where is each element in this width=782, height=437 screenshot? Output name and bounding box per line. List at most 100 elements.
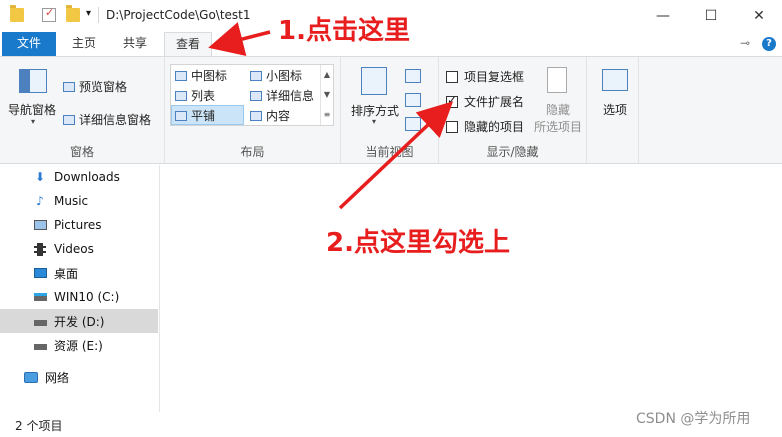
nav-item-label: 资源 (E:) bbox=[54, 338, 103, 353]
nav-item-network[interactable]: 网络 bbox=[0, 365, 158, 389]
nav-item-label: WIN10 (C:) bbox=[54, 290, 120, 304]
options-icon bbox=[602, 69, 628, 91]
nav-item-desktop[interactable]: 桌面 bbox=[0, 261, 158, 285]
group-label-panes: 窗格 bbox=[69, 145, 94, 159]
group-current-view: 排序方式 ▾ 当前视图 bbox=[341, 57, 439, 163]
nav-item-label: Videos bbox=[54, 242, 94, 256]
nav-item-label: Music bbox=[54, 194, 89, 208]
toolbar-separator bbox=[98, 7, 99, 23]
medium-icons-icon bbox=[175, 70, 187, 81]
layout-small-icons[interactable]: 小图标 bbox=[250, 67, 302, 84]
windows-drive-icon bbox=[33, 290, 47, 304]
nav-item-label: Downloads bbox=[54, 170, 120, 184]
hidden-items-toggle[interactable]: 隐藏的项目 bbox=[446, 118, 524, 135]
list-label: 列表 bbox=[191, 89, 216, 103]
group-panes: 导航窗格 ▾ 预览窗格 详细信息窗格 窗格 bbox=[0, 57, 165, 163]
drive-icon bbox=[33, 338, 47, 352]
list-icon bbox=[175, 90, 187, 101]
desktop-icon bbox=[33, 266, 47, 280]
nav-item-pictures[interactable]: Pictures bbox=[0, 213, 158, 237]
preview-pane-icon bbox=[63, 81, 75, 92]
window-title-path: D:\ProjectCode\Go\test1 bbox=[106, 8, 251, 22]
item-count: 2 个项目 bbox=[15, 419, 63, 433]
options-button[interactable]: 选项 bbox=[603, 101, 627, 118]
item-checkboxes-checkbox[interactable] bbox=[446, 70, 458, 83]
file-extensions-toggle[interactable]: 文件扩展名 bbox=[446, 93, 524, 110]
navigation-pane-icon bbox=[19, 69, 47, 93]
pictures-icon bbox=[33, 218, 47, 232]
hide-selected-icon bbox=[547, 67, 567, 93]
tiles-label: 平铺 bbox=[191, 109, 216, 123]
layout-details[interactable]: 详细信息 bbox=[250, 87, 314, 104]
annotation-step-1: 1.点击这里 bbox=[278, 16, 410, 46]
layout-content[interactable]: 内容 bbox=[250, 107, 290, 124]
item-checkboxes-label: 项目复选框 bbox=[464, 70, 525, 84]
pin-icon[interactable]: ⊸ bbox=[740, 36, 750, 50]
network-icon bbox=[24, 370, 38, 384]
tiles-icon bbox=[175, 110, 187, 121]
group-label-current-view: 当前视图 bbox=[365, 145, 414, 159]
size-columns-icon[interactable] bbox=[405, 117, 421, 131]
content-label: 内容 bbox=[266, 109, 291, 123]
group-label-show-hide: 显示/隐藏 bbox=[486, 145, 539, 159]
nav-item-label: 桌面 bbox=[54, 266, 79, 281]
nav-item-drive-c[interactable]: WIN10 (C:) bbox=[0, 285, 158, 309]
navigation-pane-button[interactable]: 导航窗格 bbox=[8, 101, 56, 118]
drive-icon bbox=[33, 314, 47, 328]
navigation-pane: ⬇ Downloads ♪ Music Pictures Videos 桌面 W… bbox=[0, 165, 160, 412]
chevron-down-icon: ▾ bbox=[31, 117, 36, 126]
file-extensions-label: 文件扩展名 bbox=[464, 95, 525, 109]
minimize-button[interactable]: — bbox=[640, 0, 686, 32]
layout-tiles[interactable]: 平铺 bbox=[175, 107, 215, 124]
watermark: CSDN @学为所用 bbox=[636, 411, 751, 427]
tab-view[interactable]: 查看 bbox=[164, 32, 212, 57]
film-icon bbox=[33, 242, 47, 256]
hidden-items-checkbox[interactable] bbox=[446, 120, 458, 133]
download-arrow-icon: ⬇ bbox=[34, 170, 46, 184]
close-button[interactable]: ✕ bbox=[736, 0, 782, 32]
sort-by-icon bbox=[361, 67, 387, 95]
add-columns-icon[interactable] bbox=[405, 93, 421, 107]
quick-access-dropdown-icon[interactable]: ▾ bbox=[86, 8, 91, 19]
nav-item-label: 网络 bbox=[45, 370, 70, 385]
chevron-down-icon: ▾ bbox=[372, 117, 377, 126]
preview-pane-label: 预览窗格 bbox=[79, 80, 128, 94]
details-pane-icon bbox=[63, 114, 75, 125]
new-folder-icon[interactable] bbox=[66, 5, 80, 22]
layout-medium-icons[interactable]: 中图标 bbox=[175, 67, 227, 84]
details-label: 详细信息 bbox=[266, 89, 315, 103]
content-icon bbox=[250, 110, 262, 121]
layout-gallery-scroll[interactable]: ▲ ▼ ≡ bbox=[320, 65, 333, 125]
details-icon bbox=[250, 90, 262, 101]
small-icons-label: 小图标 bbox=[266, 69, 303, 83]
group-by-icon[interactable] bbox=[405, 69, 421, 83]
tab-file[interactable]: 文件 bbox=[2, 32, 56, 56]
item-checkboxes-toggle[interactable]: 项目复选框 bbox=[446, 68, 524, 85]
properties-icon[interactable] bbox=[42, 6, 56, 22]
nav-item-music[interactable]: ♪ Music bbox=[0, 189, 158, 213]
nav-item-downloads[interactable]: ⬇ Downloads bbox=[0, 165, 158, 189]
tab-share[interactable]: 共享 bbox=[112, 32, 158, 56]
hidden-items-label: 隐藏的项目 bbox=[464, 120, 525, 134]
help-icon[interactable]: ? bbox=[762, 37, 776, 51]
nav-item-drive-d[interactable]: 开发 (D:) bbox=[0, 309, 158, 333]
details-pane-button[interactable]: 详细信息窗格 bbox=[63, 111, 151, 128]
group-label-layout: 布局 bbox=[240, 145, 265, 159]
maximize-button[interactable]: ☐ bbox=[688, 0, 734, 32]
nav-item-drive-e[interactable]: 资源 (E:) bbox=[0, 333, 158, 357]
hide-selected-label-1[interactable]: 隐藏 bbox=[546, 101, 570, 118]
group-options: 选项 bbox=[587, 57, 639, 163]
preview-pane-button[interactable]: 预览窗格 bbox=[63, 78, 127, 95]
tab-home[interactable]: 主页 bbox=[62, 32, 106, 56]
nav-item-label: 开发 (D:) bbox=[54, 314, 105, 329]
file-extensions-checkbox[interactable] bbox=[446, 93, 458, 108]
layout-list[interactable]: 列表 bbox=[175, 87, 215, 104]
file-list-area[interactable] bbox=[161, 165, 782, 412]
hide-selected-label-2[interactable]: 所选项目 bbox=[534, 118, 582, 135]
music-note-icon: ♪ bbox=[36, 194, 44, 208]
folder-icon bbox=[10, 5, 24, 22]
nav-item-videos[interactable]: Videos bbox=[0, 237, 158, 261]
ribbon-view: 导航窗格 ▾ 预览窗格 详细信息窗格 窗格 布局 中图标 小图标 列表 详细信息… bbox=[0, 56, 782, 164]
annotation-step-2: 2.点这里勾选上 bbox=[326, 228, 510, 258]
nav-item-label: Pictures bbox=[54, 218, 102, 232]
